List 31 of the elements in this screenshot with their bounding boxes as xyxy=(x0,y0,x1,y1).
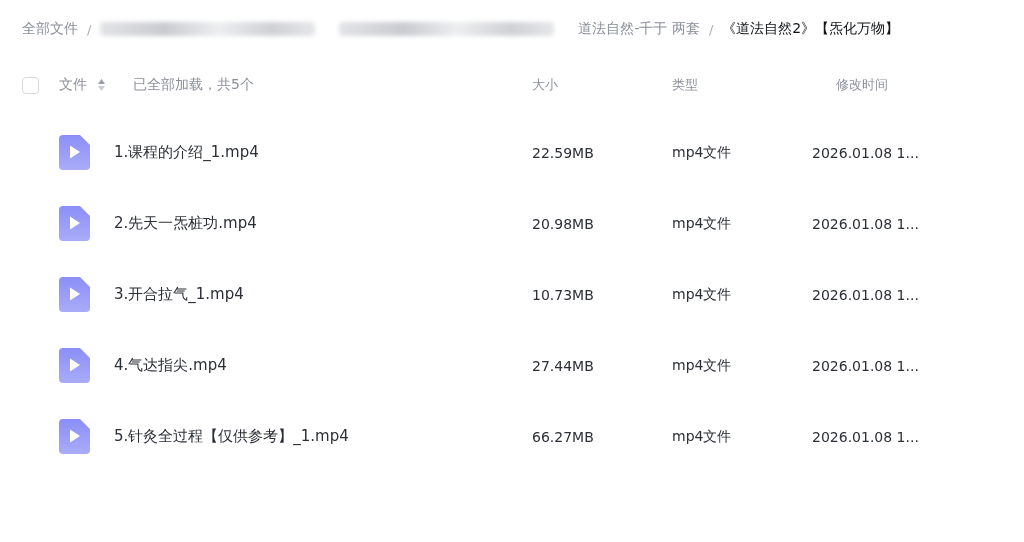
select-all-checkbox[interactable] xyxy=(22,76,39,94)
video-file-icon xyxy=(59,348,90,383)
file-size: 10.73MB xyxy=(532,286,595,303)
file-type: mp4文件 xyxy=(672,214,733,233)
file-size: 66.27MB xyxy=(532,428,595,445)
video-file-icon xyxy=(59,135,90,170)
modified-time: 2026.01.08 1... xyxy=(812,286,920,303)
modified-time: 2026.01.08 1... xyxy=(812,215,920,232)
video-file-icon xyxy=(59,277,90,312)
file-type: mp4文件 xyxy=(672,356,733,375)
video-file-icon xyxy=(59,206,90,241)
breadcrumb-separator: / xyxy=(708,21,714,37)
file-size: 27.44MB xyxy=(532,357,595,374)
file-name[interactable]: 5.针灸全过程【仅供参考】_1.mp4 xyxy=(114,427,532,446)
file-name[interactable]: 1.课程的介绍_1.mp4 xyxy=(114,143,532,162)
file-type: mp4文件 xyxy=(672,143,733,162)
file-type: mp4文件 xyxy=(672,285,733,304)
file-size: 20.98MB xyxy=(532,215,595,232)
breadcrumb-separator: / xyxy=(87,21,92,37)
file-size: 22.59MB xyxy=(532,144,595,161)
modified-time: 2026.01.08 1... xyxy=(812,428,920,445)
file-name[interactable]: 4.气达指尖.mp4 xyxy=(114,356,532,375)
file-type: mp4文件 xyxy=(672,427,733,446)
video-file-icon xyxy=(59,419,90,454)
modified-time: 2026.01.08 1... xyxy=(812,144,920,161)
sort-icon[interactable] xyxy=(98,79,105,91)
load-status: 已全部加载，共5个 xyxy=(133,76,255,94)
file-name[interactable]: 3.开合拉气_1.mp4 xyxy=(114,285,532,304)
breadcrumb-link[interactable]: 《道法自然2》【炁化万物】 xyxy=(722,20,900,38)
file-name[interactable]: 2.先天一炁桩功.mp4 xyxy=(114,214,532,233)
modified-time: 2026.01.08 1... xyxy=(812,357,920,374)
